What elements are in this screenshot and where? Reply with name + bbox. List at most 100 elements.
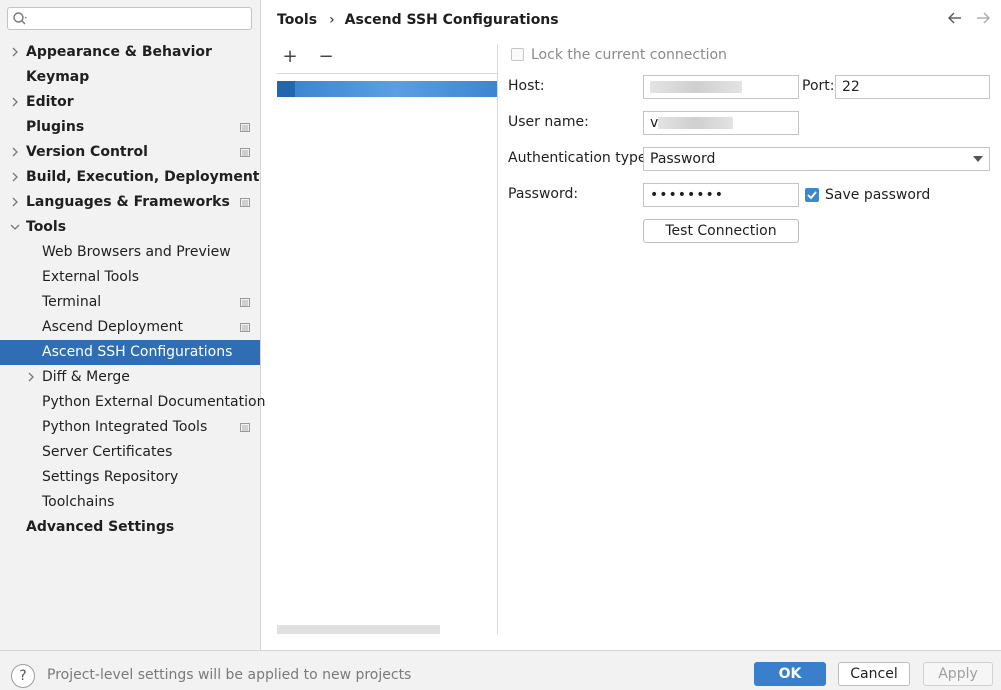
- sidebar-item-editor[interactable]: Editor: [0, 90, 260, 115]
- sidebar-item-web-browsers-and-preview[interactable]: Web Browsers and Preview: [0, 240, 260, 265]
- checkmark-icon: [807, 191, 817, 200]
- chevron-right-icon[interactable]: [25, 371, 37, 383]
- sidebar-item-label: Editor: [26, 94, 74, 110]
- breadcrumb-parent[interactable]: Tools: [277, 12, 317, 28]
- lock-connection-row: Lock the current connection: [511, 46, 727, 64]
- sidebar-item-label: Diff & Merge: [42, 369, 130, 385]
- sidebar-item-keymap[interactable]: Keymap: [0, 65, 260, 90]
- save-password-label: Save password: [825, 187, 931, 203]
- sidebar-item-python-integrated-tools[interactable]: Python Integrated Tools: [0, 415, 260, 440]
- lock-connection-checkbox[interactable]: [511, 48, 524, 61]
- project-settings-icon: [240, 298, 250, 307]
- sidebar-item-tools[interactable]: Tools: [0, 215, 260, 240]
- sidebar-item-label: External Tools: [42, 269, 140, 285]
- chevron-down-icon: [973, 156, 983, 162]
- sidebar-item-label: Server Certificates: [42, 444, 173, 460]
- chevron-right-icon[interactable]: [9, 171, 21, 183]
- host-label: Host:: [508, 78, 545, 94]
- sidebar-item-appearance-behavior[interactable]: Appearance & Behavior: [0, 40, 260, 65]
- list-item-marker: [277, 81, 295, 97]
- chevron-right-icon[interactable]: [9, 96, 21, 108]
- search-input[interactable]: [7, 7, 252, 30]
- sidebar-item-external-tools[interactable]: External Tools: [0, 265, 260, 290]
- sidebar-item-label: Advanced Settings: [26, 519, 175, 535]
- password-field[interactable]: ••••••••: [643, 183, 799, 207]
- sidebar-item-languages-frameworks[interactable]: Languages & Frameworks: [0, 190, 260, 215]
- sidebar-item-build-execution-deployment[interactable]: Build, Execution, Deployment: [0, 165, 260, 190]
- sidebar-item-label: Python Integrated Tools: [42, 419, 208, 435]
- apply-button[interactable]: Apply: [923, 662, 993, 686]
- user-name-redacted: [658, 117, 734, 129]
- sidebar-item-diff-merge[interactable]: Diff & Merge: [0, 365, 260, 390]
- list-item-redacted: [295, 81, 495, 97]
- chevron-down-icon[interactable]: [9, 221, 21, 233]
- chevron-right-icon[interactable]: [9, 146, 21, 158]
- sidebar-item-label: Tools: [26, 219, 67, 235]
- sidebar-item-label: Web Browsers and Preview: [42, 244, 231, 260]
- sidebar-item-label: Plugins: [26, 119, 85, 135]
- port-field[interactable]: 22: [835, 75, 990, 99]
- forward-arrow-icon[interactable]: [975, 10, 991, 26]
- sidebar-item-toolchains[interactable]: Toolchains: [0, 490, 260, 515]
- sidebar-item-label: Build, Execution, Deployment: [26, 169, 260, 185]
- breadcrumb: Tools › Ascend SSH Configurations: [277, 10, 559, 30]
- sidebar-item-ascend-deployment[interactable]: Ascend Deployment: [0, 315, 260, 340]
- host-field[interactable]: [643, 75, 799, 99]
- user-name-field[interactable]: v: [643, 111, 799, 135]
- sidebar-item-label: Python External Documentation: [42, 394, 266, 410]
- sidebar-item-plugins[interactable]: Plugins: [0, 115, 260, 140]
- sidebar-item-label: Ascend SSH Configurations: [42, 344, 233, 360]
- list-divider: [497, 44, 498, 634]
- host-redacted: [650, 81, 742, 93]
- project-settings-icon: [240, 323, 250, 332]
- sidebar-item-label: Keymap: [26, 69, 90, 85]
- port-label: Port:: [802, 78, 835, 94]
- project-settings-icon: [240, 148, 250, 157]
- add-button[interactable]: +: [278, 46, 302, 68]
- footer-message: Project-level settings will be applied t…: [47, 667, 412, 683]
- help-icon[interactable]: ?: [11, 664, 35, 688]
- list-toolbar: + −: [277, 44, 497, 74]
- cancel-button[interactable]: Cancel: [838, 662, 910, 686]
- dialog-footer: ? Project-level settings will be applied…: [0, 650, 1001, 690]
- settings-sidebar: Appearance & Behavior Keymap Editor Plugins…: [0, 0, 265, 650]
- password-label: Password:: [508, 186, 579, 202]
- user-name-label: User name:: [508, 114, 589, 130]
- breadcrumb-current: Ascend SSH Configurations: [344, 12, 559, 28]
- list-item[interactable]: [277, 81, 497, 97]
- project-settings-icon: [240, 423, 250, 432]
- auth-type-select[interactable]: Password: [643, 147, 990, 171]
- sidebar-item-version-control[interactable]: Version Control: [0, 140, 260, 165]
- sidebar-item-ascend-ssh-configurations[interactable]: Ascend SSH Configurations: [0, 340, 260, 365]
- sidebar-item-terminal[interactable]: Terminal: [0, 290, 260, 315]
- remove-button[interactable]: −: [314, 46, 338, 68]
- auth-type-value: Password: [650, 151, 716, 167]
- sidebar-item-label: Version Control: [26, 144, 148, 160]
- auth-type-label: Authentication type:: [508, 150, 652, 166]
- sidebar-item-label: Languages & Frameworks: [26, 194, 230, 210]
- save-password-checkbox[interactable]: [805, 188, 819, 202]
- sidebar-item-python-external-documentation[interactable]: Python External Documentation: [0, 390, 265, 415]
- back-arrow-icon[interactable]: [947, 10, 963, 26]
- ok-button[interactable]: OK: [754, 662, 826, 686]
- ssh-config-list: [277, 74, 497, 634]
- sidebar-item-server-certificates[interactable]: Server Certificates: [0, 440, 260, 465]
- user-name-value: v: [650, 115, 659, 131]
- sidebar-item-label: Appearance & Behavior: [26, 44, 212, 60]
- sidebar-item-label: Terminal: [42, 294, 102, 310]
- sidebar-item-label: Ascend Deployment: [42, 319, 184, 335]
- sidebar-item-settings-repository[interactable]: Settings Repository: [0, 465, 260, 490]
- chevron-right-icon[interactable]: [9, 196, 21, 208]
- project-settings-icon: [240, 123, 250, 132]
- lock-connection-label: Lock the current connection: [531, 47, 727, 63]
- search-icon: [13, 12, 27, 25]
- settings-tree: Appearance & Behavior Keymap Editor Plugins…: [0, 40, 265, 540]
- breadcrumb-separator: ›: [329, 12, 335, 28]
- sidebar-item-label: Toolchains: [42, 494, 115, 510]
- sidebar-item-label: Settings Repository: [42, 469, 179, 485]
- chevron-right-icon[interactable]: [9, 46, 21, 58]
- test-connection-button[interactable]: Test Connection: [643, 219, 799, 243]
- horizontal-scrollbar[interactable]: [277, 625, 440, 634]
- sidebar-item-advanced-settings[interactable]: Advanced Settings: [0, 515, 260, 540]
- project-settings-icon: [240, 198, 250, 207]
